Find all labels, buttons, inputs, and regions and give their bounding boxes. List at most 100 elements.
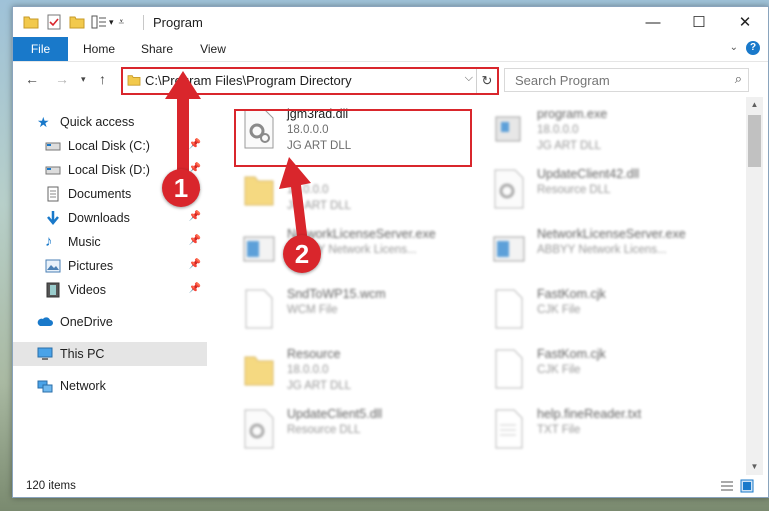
file-name: FastKom.cjk [537, 347, 606, 361]
sidebar-item-network[interactable]: Network [13, 374, 207, 398]
pin-icon[interactable]: 📌 [189, 235, 201, 246]
sidebar-item-label: Pictures [68, 259, 114, 273]
tab-file[interactable]: File [13, 37, 68, 61]
view-switcher [720, 479, 754, 493]
view-options-icon[interactable] [91, 15, 107, 29]
sidebar-item-label: Documents [68, 187, 132, 201]
file-name: SndToWP15.wcm [287, 287, 386, 301]
tab-share[interactable]: Share [133, 37, 181, 61]
folder-icon[interactable] [23, 15, 39, 29]
tab-home[interactable]: Home [75, 37, 123, 61]
item-count: 120 items [26, 480, 76, 492]
ribbon-right-icons: ⌄ ? [730, 41, 760, 55]
help-icon[interactable]: ? [746, 41, 760, 55]
sidebar-item-videos[interactable]: Videos 📌 [13, 278, 207, 302]
download-icon [47, 211, 59, 225]
file-tile[interactable]: program.exe 18.0.0.0 JG ART DLL [487, 105, 727, 155]
sidebar-item-label: Downloads [68, 211, 130, 225]
pin-icon[interactable]: 📌 [189, 283, 201, 294]
file-name: UpdateClient5.dll [287, 407, 383, 421]
forward-arrow-icon[interactable]: → [55, 71, 69, 87]
customize-toolbar-icon[interactable]: ⩡ [119, 17, 125, 28]
sidebar-item-onedrive[interactable]: OneDrive [13, 310, 207, 334]
file-name: NetworkLicenseServer.exe [537, 227, 686, 241]
pin-icon[interactable]: 📌 [189, 259, 201, 270]
refresh-icon[interactable]: ↻ [476, 69, 497, 93]
recent-locations-icon[interactable]: ▾ [81, 74, 86, 85]
explorer-window: ▾ ⩡ Program — ☐ ✕ File Home Share View ⌄… [12, 6, 769, 498]
search-box[interactable]: ⌕ [504, 68, 749, 92]
computer-icon [37, 347, 53, 360]
file-name: program.exe [537, 107, 608, 121]
sidebar-item-label: This PC [60, 347, 105, 361]
minimize-button[interactable]: — [630, 7, 676, 37]
sidebar-item-label: Local Disk (D:) [68, 163, 150, 177]
file-description: CJK File [537, 304, 581, 316]
exe-icon [495, 116, 521, 142]
sidebar-item-label: OneDrive [60, 315, 113, 329]
dll-gear-icon [244, 409, 274, 449]
music-icon: ♪ [45, 233, 53, 250]
status-bar: 120 items [13, 477, 768, 497]
documents-icon [47, 186, 59, 202]
sidebar-item-label: Videos [68, 283, 106, 297]
file-tile[interactable]: 18.0.0.0 JG ART DLL [237, 165, 477, 215]
vertical-scrollbar[interactable]: ▲ ▼ [746, 97, 763, 475]
pin-icon[interactable]: 📌 [189, 211, 201, 222]
properties-icon[interactable] [47, 14, 61, 30]
file-tile[interactable]: help.fineReader.txt TXT File [487, 405, 727, 455]
maximize-button[interactable]: ☐ [676, 7, 722, 37]
title-bar: ▾ ⩡ Program — ☐ ✕ [13, 7, 768, 37]
file-tile[interactable]: FastKom.cjk CJK File [487, 285, 727, 335]
file-icon [495, 289, 523, 329]
drive-icon [45, 166, 61, 175]
sidebar-item-label: Network [60, 379, 106, 393]
scroll-down-icon[interactable]: ▼ [746, 459, 763, 475]
quick-access-toolbar: ▾ ⩡ [23, 14, 124, 30]
title-separator [143, 15, 144, 30]
file-tile[interactable]: SndToWP15.wcm WCM File [237, 285, 477, 335]
new-folder-icon[interactable] [69, 15, 85, 29]
file-tile[interactable]: FastKom.cjk CJK File [487, 345, 727, 395]
search-icon[interactable]: ⌕ [735, 71, 742, 87]
file-icon [245, 289, 273, 329]
file-description: CJK File [537, 364, 581, 376]
sidebar-item-music[interactable]: ♪ Music 📌 [13, 230, 207, 254]
folder-icon [244, 176, 274, 206]
chevron-down-icon[interactable]: ▾ [109, 17, 114, 28]
file-tile[interactable]: NetworkLicenseServer.exe ABBYY Network L… [487, 225, 727, 275]
file-tile[interactable]: Resource 18.0.0.0 JG ART DLL [237, 345, 477, 395]
step-badge-1: 1 [162, 169, 200, 207]
back-arrow-icon[interactable]: ← [25, 71, 39, 87]
sidebar-item-downloads[interactable]: Downloads 📌 [13, 206, 207, 230]
step-badge-2: 2 [283, 235, 321, 273]
file-name: FastKom.cjk [537, 287, 606, 301]
scrollbar-thumb[interactable] [748, 115, 761, 167]
large-icons-view-icon[interactable] [740, 479, 754, 493]
file-tile[interactable]: NetworkLicenseServer.exe ABBYY Network L… [237, 225, 477, 275]
search-input[interactable] [513, 72, 717, 89]
highlight-box [234, 109, 472, 167]
drive-icon [45, 142, 61, 151]
scroll-up-icon[interactable]: ▲ [746, 97, 763, 113]
file-version: 18.0.0.0 [287, 364, 329, 376]
sidebar-item-label: Local Disk (C:) [68, 139, 150, 153]
file-description: Resource DLL [287, 424, 361, 436]
details-view-icon[interactable] [720, 479, 734, 493]
pictures-icon [45, 259, 61, 273]
file-description: Resource DLL [537, 184, 611, 196]
file-tile[interactable]: UpdateClient5.dll Resource DLL [237, 405, 477, 455]
chevron-down-icon[interactable]: ⌵ [465, 72, 473, 85]
up-arrow-icon[interactable]: ↑ [99, 71, 106, 87]
tab-view[interactable]: View [189, 37, 237, 61]
star-icon: ★ [37, 114, 50, 130]
sidebar-item-pictures[interactable]: Pictures 📌 [13, 254, 207, 278]
sidebar-item-this-pc[interactable]: This PC [13, 342, 207, 366]
close-button[interactable]: ✕ [722, 7, 768, 37]
window-icon [493, 236, 525, 262]
file-tile[interactable]: UpdateClient42.dll Resource DLL [487, 165, 727, 215]
expand-ribbon-icon[interactable]: ⌄ [730, 41, 738, 55]
videos-icon [46, 282, 60, 298]
network-icon [37, 380, 53, 393]
file-description: JG ART DLL [537, 140, 602, 152]
